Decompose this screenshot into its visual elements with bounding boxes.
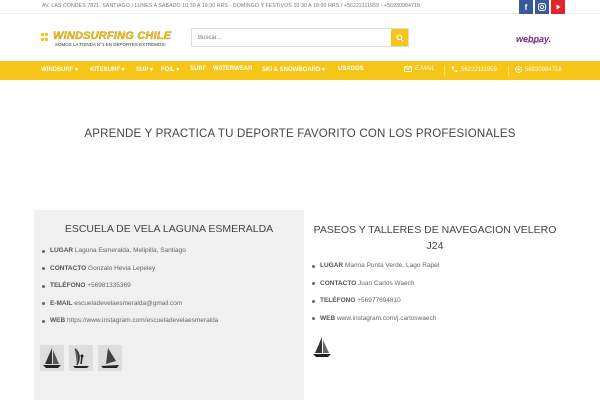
web-link[interactable]: www.instagram.com/j.carloswaech [337,315,436,322]
card-details: LUGAR Marina Punta Verde, Lago Rapel CON… [304,262,566,332]
school-card: ESCUELA DE VELA LAGUNA ESMERALDA LUGAR L… [34,210,304,400]
nav-item-foil[interactable]: FOIL ▾ [161,66,179,73]
top-bar: AV. LAS CONDES 7821, SANTIAGO / LUNES A … [0,0,600,14]
nav-item-usados[interactable]: USADOS [338,66,364,72]
nav-item-windsurf[interactable]: WINDSURF ▾ [41,66,78,73]
list-item: WEB www.instagram.com/j.carloswaech [304,315,566,333]
list-item: E-MAIL escueladevelaesmeralda@gmail.com [34,300,304,318]
nav-item-waterwear[interactable]: WATERWEAR [213,66,252,72]
search-button[interactable] [391,29,408,46]
email-link[interactable]: E-MAIL [404,66,435,72]
list-item: CONTACTO Gonzalo Hevia Lepeley [34,265,304,283]
nav-divider [508,65,509,76]
store-info: AV. LAS CONDES 7821, SANTIAGO / LUNES A … [42,3,420,9]
phone-icon [451,66,458,73]
facebook-icon[interactable]: f [519,0,533,14]
list-item: LUGAR Laguna Esmeralda, Melipilla, Santi… [34,247,304,265]
search-input[interactable] [192,29,392,46]
list-item: TELÉFONO +56981335369 [34,282,304,300]
webpay-logo: webpay. Transbank [516,34,552,44]
web-link[interactable]: https://www.instagram.com/escueladevelae… [67,317,218,324]
sailboat-icon [313,337,331,357]
nav-item-kitesurf[interactable]: KITESURF ▾ [90,66,125,73]
email-link[interactable]: escueladevelaesmeralda@gmail.com [74,300,182,307]
search-icon [395,33,404,42]
nav-item-sup[interactable]: SUP ▾ [136,66,153,73]
windsurf-icon [69,345,93,371]
whatsapp-icon [515,66,522,73]
main-nav: WINDSURF ▾ KITESURF ▾ SUP ▾ FOIL ▾ SURF … [0,61,600,80]
page-headline: APRENDE Y PRACTICA TU DEPORTE FAVORITO C… [84,128,516,140]
youtube-icon[interactable] [551,0,565,14]
card-title: PASEOS Y TALLERES DE NAVEGACION VELERO J… [313,224,557,252]
list-item: LUGAR Marina Punta Verde, Lago Rapel [304,262,566,280]
list-item: CONTACTO Juan Carlos Waech [304,280,566,298]
search-box [191,28,409,47]
activity-icons [40,345,122,371]
logo-mark [41,33,49,42]
logo[interactable]: WINDSURFING CHILE SOMOS LA TIENDA N°1 EN… [41,30,191,50]
email-icon [404,66,412,72]
nav-item-surf[interactable]: SURF [190,66,206,72]
list-item: TELÉFONO +56977694810 [304,297,566,315]
nav-item-ski-snowboard[interactable]: SKI & SNOWBOARD ▾ [262,66,325,73]
list-item: WEB https://www.instagram.com/escueladev… [34,317,304,335]
windsurf-sail-icon [98,345,122,371]
nav-divider [444,65,445,76]
logo-text: WINDSURFING CHILE [53,30,172,42]
sailboat-icon [40,345,64,371]
site-header: WINDSURFING CHILE SOMOS LA TIENDA N°1 EN… [0,14,600,61]
instagram-icon[interactable] [535,0,549,14]
activity-icons [310,334,334,360]
logo-tagline: SOMOS LA TIENDA N°1 EN DEPORTES EXTREMOS… [55,42,166,47]
phone-link[interactable]: 56222111959 [451,66,497,73]
card-title: ESCUELA DE VELA LAGUNA ESMERALDA [64,223,274,235]
whatsapp-link[interactable]: 56930984718 [515,66,562,73]
card-details: LUGAR Laguna Esmeralda, Melipilla, Santi… [34,247,304,335]
sailing-card: PASEOS Y TALLERES DE NAVEGACION VELERO J… [304,210,566,400]
